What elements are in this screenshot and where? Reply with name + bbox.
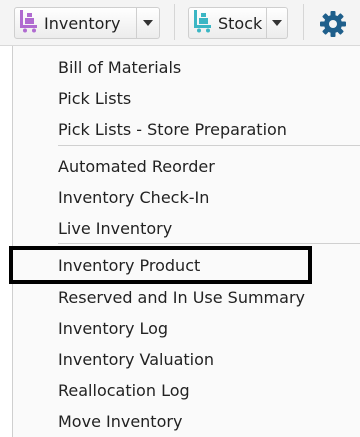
cart-icon	[193, 9, 213, 37]
gear-icon[interactable]	[318, 9, 348, 39]
menu-item-pick-lists-store-preparation[interactable]: Pick Lists - Store Preparation	[58, 120, 287, 140]
toolbar-separator	[303, 4, 304, 40]
menu-divider	[58, 145, 360, 146]
menu-item-bill-of-materials[interactable]: Bill of Materials	[58, 58, 181, 78]
menu-item-live-inventory[interactable]: Live Inventory	[58, 219, 172, 239]
cart-icon	[19, 9, 39, 37]
menu-item-inventory-check-in[interactable]: Inventory Check-In	[58, 188, 209, 208]
menu-item-pick-lists[interactable]: Pick Lists	[58, 89, 131, 109]
stock-dropdown-button[interactable]	[267, 7, 288, 39]
menu-item-reserved-and-in-use-summary[interactable]: Reserved and In Use Summary	[58, 288, 305, 308]
highlight-annotation-box	[9, 246, 312, 284]
stock-button[interactable]: Stock	[188, 7, 267, 39]
menu-item-inventory-log[interactable]: Inventory Log	[58, 319, 168, 339]
menu-item-automated-reorder[interactable]: Automated Reorder	[58, 157, 215, 177]
inventory-dropdown-menu: Bill of Materials Pick Lists Pick Lists …	[12, 46, 360, 437]
menu-item-reallocation-log[interactable]: Reallocation Log	[58, 381, 190, 401]
caret-down-icon	[143, 20, 153, 26]
stock-button-label: Stock	[218, 13, 263, 33]
toolbar-separator	[174, 4, 175, 40]
menu-item-inventory-valuation[interactable]: Inventory Valuation	[58, 350, 214, 370]
caret-down-icon	[272, 20, 282, 26]
inventory-button-label: Inventory	[44, 13, 121, 33]
inventory-dropdown-button[interactable]	[137, 7, 160, 39]
menu-divider	[58, 243, 360, 244]
inventory-button[interactable]: Inventory	[14, 7, 137, 39]
toolbar: Inventory Stock	[0, 0, 360, 46]
menu-item-move-inventory[interactable]: Move Inventory	[58, 412, 182, 432]
